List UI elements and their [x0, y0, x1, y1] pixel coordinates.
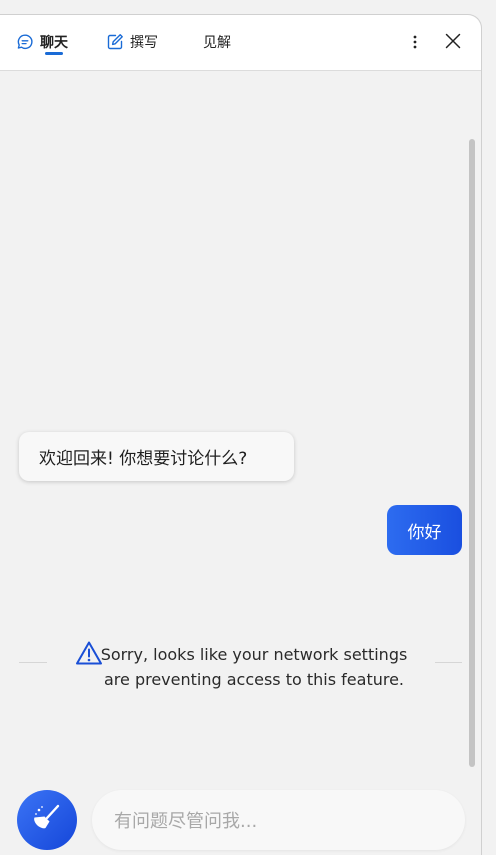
- close-button[interactable]: [441, 31, 465, 55]
- tab-write-label: 撰写: [130, 35, 158, 51]
- user-message-text: 你好: [407, 522, 442, 543]
- tab-chat-label: 聊天: [40, 35, 68, 51]
- chat-bubble-icon: [16, 33, 34, 51]
- user-message: 你好: [387, 505, 462, 555]
- tab-insight-label: 见解: [203, 35, 231, 51]
- chat-input[interactable]: 有问题尽管问我...: [92, 790, 465, 850]
- chat-scrollbar[interactable]: [469, 139, 475, 767]
- tab-write[interactable]: 撰写: [106, 29, 158, 55]
- more-options-button[interactable]: [405, 31, 425, 55]
- broom-icon: [32, 803, 62, 837]
- tab-insight[interactable]: 见解: [203, 29, 231, 55]
- more-vertical-icon: [413, 34, 417, 53]
- new-topic-button[interactable]: [17, 790, 77, 850]
- header-bar: 聊天 撰写 见解: [0, 15, 481, 71]
- chat-input-placeholder: 有问题尽管问我...: [114, 811, 258, 832]
- notice-text: Sorry, looks like your network settings …: [100, 645, 408, 689]
- active-tab-indicator: [45, 52, 63, 55]
- divider-right: [435, 662, 462, 663]
- copilot-panel: 聊天 撰写 见解 欢迎回来! 你想要讨论什么? 你好 Sorry, looks …: [0, 14, 482, 855]
- divider-left: [19, 662, 47, 663]
- close-icon: [445, 33, 461, 53]
- edit-icon: [106, 33, 124, 51]
- assistant-message: 欢迎回来! 你想要讨论什么?: [19, 432, 294, 481]
- assistant-message-text: 欢迎回来! 你想要讨论什么?: [39, 449, 248, 469]
